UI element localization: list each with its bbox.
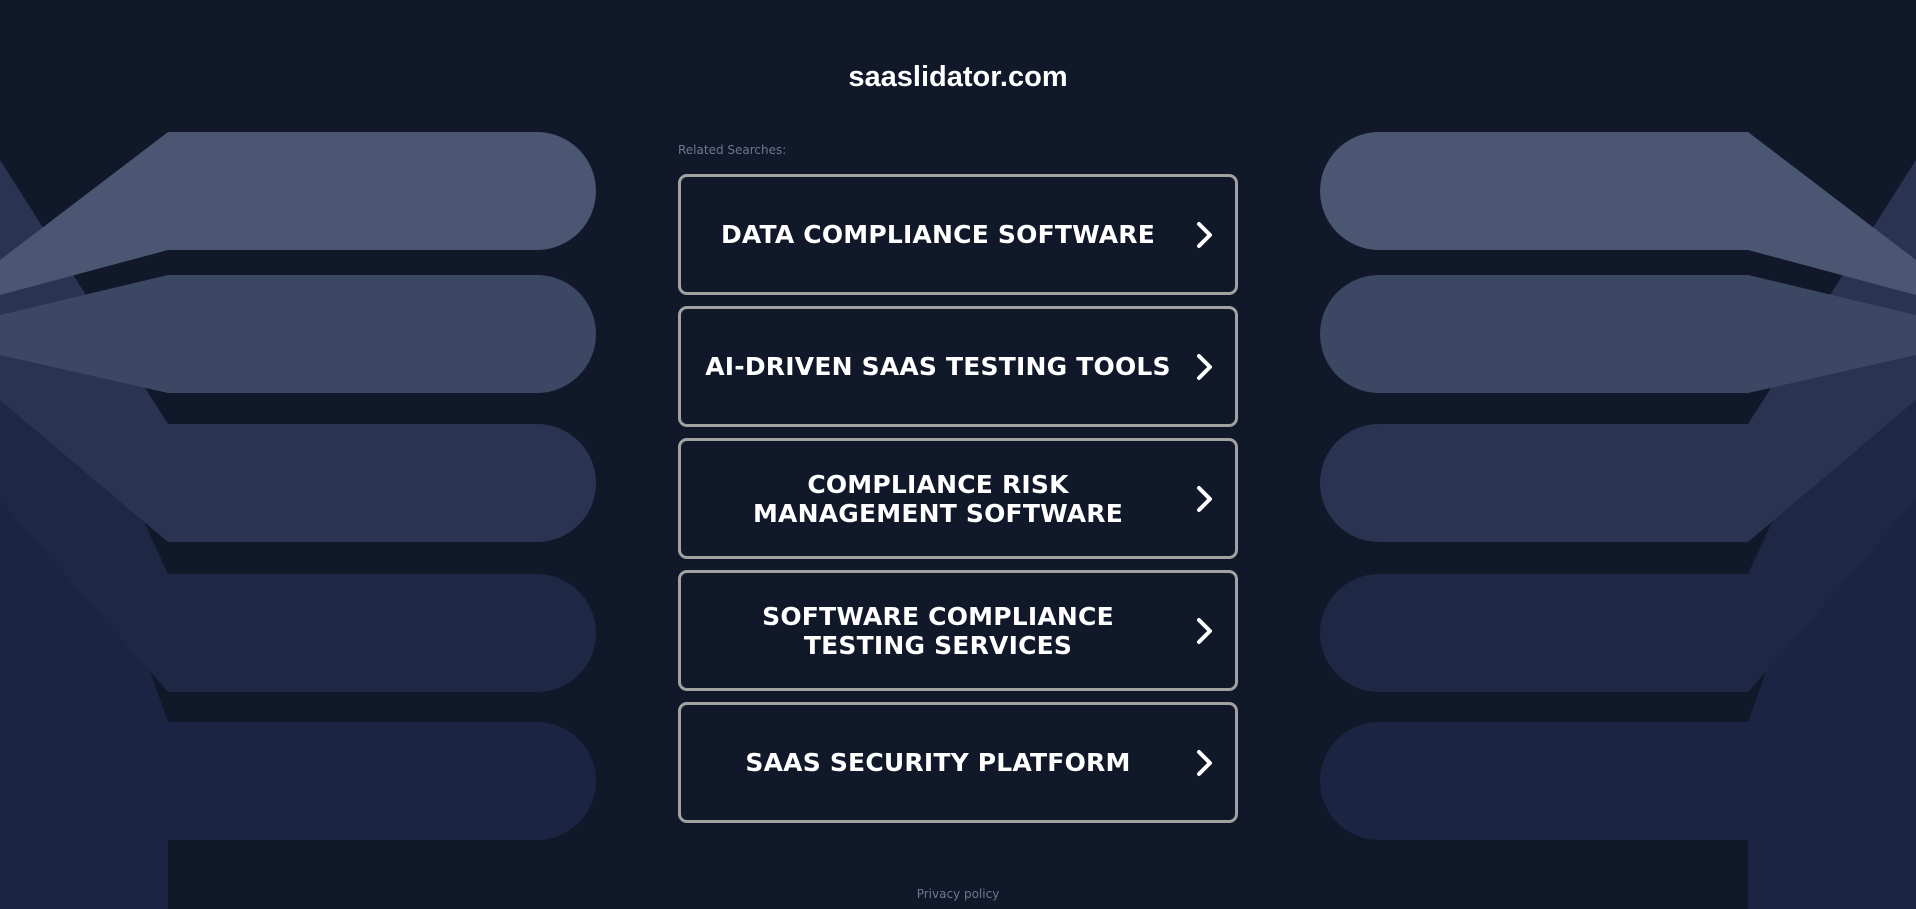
related-search-link[interactable]: SOFTWARE COMPLIANCE TESTING SERVICES: [678, 570, 1238, 691]
related-searches-list: DATA COMPLIANCE SOFTWARE AI-DRIVEN SAAS …: [678, 174, 1238, 834]
related-search-label: DATA COMPLIANCE SOFTWARE: [720, 220, 1156, 249]
right-decoration: [1320, 132, 1916, 909]
page-title: saaslidator.com: [848, 61, 1068, 93]
related-search-link[interactable]: DATA COMPLIANCE SOFTWARE: [678, 174, 1238, 295]
chevron-right-icon: [1175, 611, 1235, 651]
chevron-right-icon: [1175, 215, 1235, 255]
related-search-label: SOFTWARE COMPLIANCE TESTING SERVICES: [762, 601, 1114, 660]
related-search-link[interactable]: SAAS SECURITY PLATFORM: [678, 702, 1238, 823]
related-search-label: AI-DRIVEN SAAS TESTING TOOLS: [705, 352, 1171, 381]
privacy-policy-link[interactable]: Privacy policy: [0, 886, 1916, 902]
parked-domain-page: saaslidator.com Related Searches: DATA C…: [0, 0, 1916, 909]
chevron-right-icon: [1175, 743, 1235, 783]
related-search-label: SAAS SECURITY PLATFORM: [745, 748, 1131, 777]
left-decoration: [0, 132, 596, 909]
related-searches-label: Related Searches:: [678, 143, 787, 157]
chevron-right-icon: [1175, 347, 1235, 387]
chevron-right-icon: [1175, 479, 1235, 519]
related-search-link[interactable]: COMPLIANCE RISK MANAGEMENT SOFTWARE: [678, 438, 1238, 559]
related-search-label: COMPLIANCE RISK MANAGEMENT SOFTWARE: [752, 469, 1124, 528]
related-search-link[interactable]: AI-DRIVEN SAAS TESTING TOOLS: [678, 306, 1238, 427]
